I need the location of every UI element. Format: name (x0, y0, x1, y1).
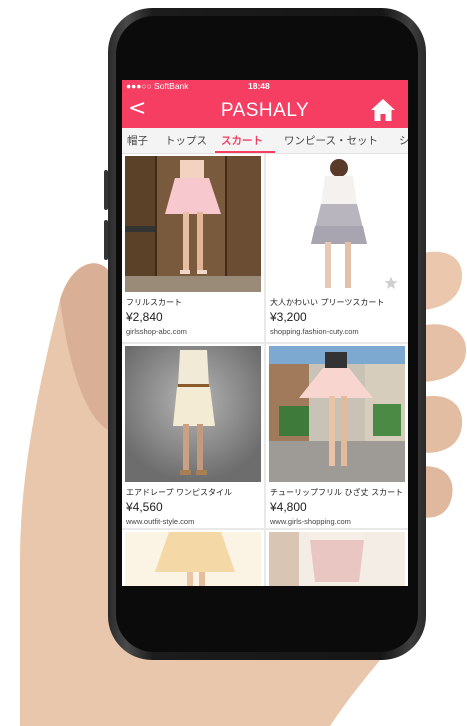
active-tab-indicator (215, 151, 275, 153)
product-card[interactable] (266, 530, 408, 586)
product-card[interactable]: フリルスカート ¥2,840 girlsshop-abc.com (122, 154, 264, 342)
product-name: フリルスカート (126, 298, 182, 307)
product-card[interactable]: エアドレープ ワンピスタイル ¥4,560 www.outfit-style.c… (122, 344, 264, 528)
product-price: ¥4,800 (270, 500, 307, 514)
tab-tops[interactable]: トップス (165, 133, 207, 148)
volume-button (104, 170, 108, 210)
tab-skirts[interactable]: スカート (221, 133, 263, 148)
product-price: ¥2,840 (126, 310, 163, 324)
product-image[interactable] (269, 346, 405, 482)
product-image[interactable] (269, 532, 405, 586)
clock: 18:48 (248, 81, 270, 91)
carrier-label: ●●●○○ SoftBank (126, 81, 189, 91)
nav-bar: < PASHALY (122, 93, 408, 128)
product-image[interactable] (269, 156, 405, 292)
product-name: エアドレープ ワンピスタイル (126, 488, 233, 497)
product-card[interactable]: 大人かわいい プリーツスカート ¥3,200 shopping.fashion-… (266, 154, 408, 342)
product-site[interactable]: shopping.fashion-cuty.com (270, 327, 359, 336)
product-image[interactable] (125, 156, 261, 292)
category-tabs: 帽子 トップス スカート ワンピース・セット シ (122, 128, 408, 154)
product-price: ¥3,200 (270, 310, 307, 324)
product-site[interactable]: girlsshop-abc.com (126, 327, 187, 336)
product-name: 大人かわいい プリーツスカート (270, 298, 385, 307)
product-card[interactable] (122, 530, 264, 586)
product-name: チューリップフリル ひざ丈 スカート (270, 488, 404, 497)
product-card[interactable]: チューリップフリル ひざ丈 スカート ¥4,800 www.girls-shop… (266, 344, 408, 528)
tab-hats[interactable]: 帽子 (127, 133, 148, 148)
product-site[interactable]: www.outfit-style.com (126, 517, 194, 526)
app-title: PASHALY (220, 100, 310, 121)
product-price: ¥4,560 (126, 500, 163, 514)
product-site[interactable]: www.girls-shopping.com (270, 517, 351, 526)
tab-onepiece-set[interactable]: ワンピース・セット (284, 133, 378, 148)
product-grid: フリルスカート ¥2,840 girlsshop-abc.com 大人かわいい … (122, 154, 408, 586)
product-image[interactable] (125, 346, 261, 482)
tab-next[interactable]: シ (399, 133, 408, 148)
product-image[interactable] (125, 532, 261, 586)
volume-button (104, 220, 108, 260)
favorite-star-icon[interactable] (384, 276, 398, 290)
home-icon[interactable] (370, 98, 396, 122)
app-screen: ●●●○○ SoftBank 18:48 < PASHALY 帽子 トップス ス… (122, 80, 408, 586)
status-bar: ●●●○○ SoftBank 18:48 (122, 80, 408, 93)
